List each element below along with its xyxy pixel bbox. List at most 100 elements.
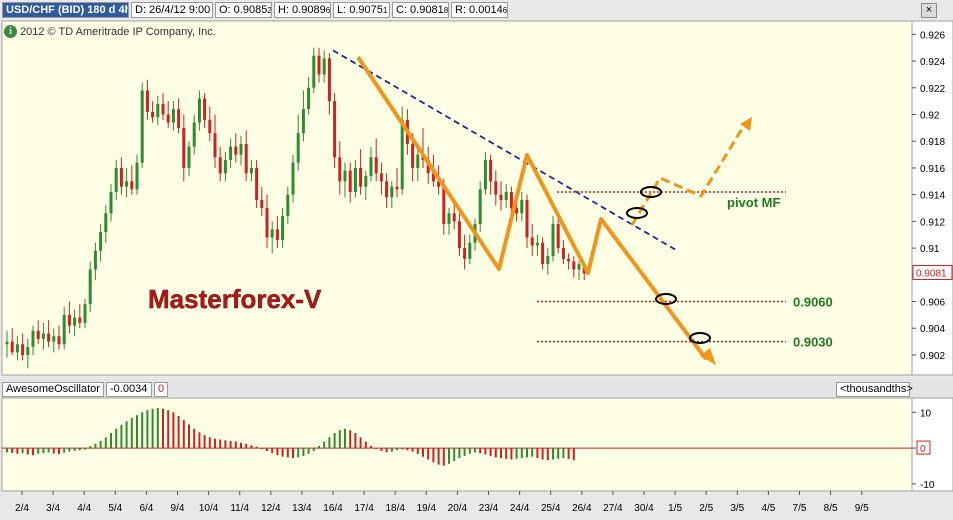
candle-body — [546, 256, 550, 265]
close-chart-button[interactable]: × — [921, 3, 937, 18]
candle-body — [520, 200, 524, 214]
oscillator-bar — [68, 448, 71, 452]
candle-body — [499, 194, 503, 201]
candle-body — [151, 111, 155, 118]
candle-body — [395, 186, 399, 190]
oscillator-bar — [78, 448, 81, 451]
candle-body — [192, 122, 196, 147]
candle-body — [5, 341, 9, 345]
candle-body — [57, 336, 61, 345]
candle-body — [135, 162, 139, 190]
oscillator-bar — [104, 437, 107, 449]
indicator-name: AwesomeOscillator — [2, 382, 104, 397]
x-tick-label: 18/4 — [385, 503, 405, 514]
chart-canvas: 0.9020.9040.9060.9080.910.9120.9140.9160… — [0, 20, 953, 515]
oscillator-bar — [47, 448, 50, 453]
candle-body — [197, 98, 201, 123]
info-icon[interactable]: i — [4, 25, 17, 38]
oscillator-bar — [427, 448, 430, 460]
oscillator-bar — [26, 448, 29, 455]
candle-body — [333, 101, 337, 158]
candle-body — [26, 346, 30, 355]
candle-body — [535, 242, 539, 246]
oscillator-bar — [312, 448, 315, 451]
oscillator-bar — [6, 448, 8, 453]
oscillator-bar — [302, 448, 305, 456]
candle-body — [223, 159, 227, 174]
x-tick-label: 25/4 — [541, 503, 561, 514]
candle-body — [291, 162, 295, 195]
candle-body — [416, 154, 420, 168]
oscillator-bar — [328, 437, 331, 449]
x-tick-label: 17/4 — [354, 503, 374, 514]
oscillator-bar — [458, 448, 461, 459]
candle-body — [275, 229, 279, 241]
oscillator-bar — [510, 448, 513, 460]
oscillator-bar — [162, 408, 164, 449]
oscillator-bar — [474, 448, 476, 453]
oscillator-bar — [182, 420, 185, 449]
candle-body — [556, 224, 560, 249]
candle-body — [187, 146, 191, 168]
x-tick-label: 19/4 — [417, 503, 437, 514]
candle-body — [468, 242, 472, 259]
target-label: 0.9030 — [793, 335, 833, 350]
candle-body — [114, 167, 118, 192]
candle-body — [400, 119, 404, 190]
candle-body — [452, 213, 456, 222]
y-tick-label: 0.92 — [920, 111, 940, 122]
candle-body — [119, 167, 123, 187]
candle-body — [359, 167, 363, 187]
oscillator-bar — [536, 448, 539, 459]
candle-body — [36, 330, 40, 339]
oscillator-bar — [115, 428, 118, 449]
oscillator-bar — [245, 443, 248, 449]
oscillator-bar — [136, 415, 138, 449]
candle-body — [483, 159, 487, 190]
oscillator-bar — [177, 415, 180, 449]
candle-body — [234, 146, 238, 155]
candle-body — [281, 216, 285, 241]
candle-body — [530, 237, 534, 246]
oscillator-bar — [99, 440, 102, 449]
oscillator-bar — [219, 439, 222, 449]
candle-body — [374, 157, 378, 174]
oscillator-bar — [323, 441, 326, 449]
oscillator-bar — [552, 448, 554, 460]
oscillator-bar — [442, 448, 445, 466]
candle-body — [307, 87, 311, 110]
candle-body — [67, 314, 71, 326]
oscillator-bar — [146, 410, 149, 449]
oscillator-bar — [364, 441, 367, 449]
candle-body — [312, 55, 316, 88]
oscillator-bar — [167, 410, 170, 449]
oscillator-bar — [531, 448, 534, 457]
oscillator-bar — [463, 448, 466, 456]
candle-body — [41, 333, 45, 339]
oscillator-bar — [572, 448, 575, 461]
oscillator-bar — [84, 448, 86, 450]
y-tick-label: 0.918 — [920, 137, 945, 148]
candle-body — [317, 55, 321, 75]
candle-body — [572, 261, 576, 270]
x-tick-label: 30/4 — [634, 503, 654, 514]
oscillator-bar — [401, 448, 404, 450]
oscillator-bar — [63, 448, 66, 453]
osc-tick-label: 0 — [920, 444, 926, 455]
oscillator-bar — [432, 448, 435, 463]
indicator-units: <thousandths> — [836, 382, 913, 397]
oscillator-panel — [1, 397, 913, 492]
x-tick-label: 4/5 — [761, 503, 775, 514]
oscillator-bar — [406, 448, 409, 451]
candle-body — [145, 90, 149, 112]
oscillator-bar — [276, 448, 279, 456]
oscillator-bar — [354, 433, 357, 449]
y-tick-label: 0.914 — [920, 191, 945, 202]
candle-body — [577, 264, 581, 270]
oscillator-bar — [453, 448, 456, 461]
candle-body — [47, 333, 51, 342]
candle-body — [15, 344, 19, 353]
oscillator-bar — [541, 448, 544, 460]
oscillator-bar — [562, 448, 565, 459]
candle-body — [52, 336, 56, 342]
